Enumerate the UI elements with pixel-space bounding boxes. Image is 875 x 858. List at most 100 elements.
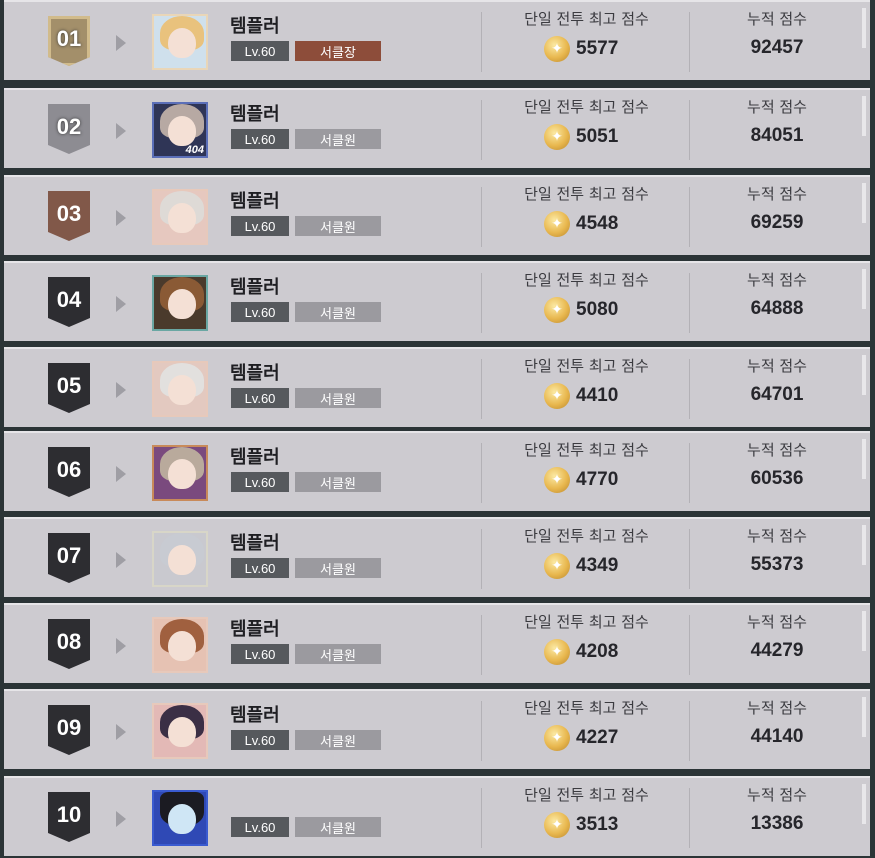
ranking-row[interactable]: 05 템플러 Lv.60 서클원 단일 전투 최고 점수 ✦ 4410 누적 점수… xyxy=(4,347,870,427)
ranking-row[interactable]: 10 Lv.60 서클원 단일 전투 최고 점수 ✦ 3513 누적 점수 133… xyxy=(4,776,870,856)
member-name: 템플러 xyxy=(230,533,280,554)
rank-badge: 06 xyxy=(48,447,90,497)
ranking-row[interactable]: 07 템플러 Lv.60 서클원 단일 전투 최고 점수 ✦ 4349 누적 점수… xyxy=(4,517,870,597)
total-score-label: 누적 점수 xyxy=(747,613,807,631)
level-badge: Lv.60 xyxy=(231,730,289,750)
total-score-label: 누적 점수 xyxy=(747,10,807,28)
level-badge: Lv.60 xyxy=(231,41,289,61)
role-badge: 서클원 xyxy=(295,730,381,750)
total-score-label: 누적 점수 xyxy=(747,786,807,804)
best-score-value: 3513 xyxy=(576,814,619,835)
best-score-label: 단일 전투 최고 점수 xyxy=(524,699,649,717)
total-score-label: 누적 점수 xyxy=(747,185,807,203)
rank-badge: 04 xyxy=(48,277,90,327)
member-name: 템플러 xyxy=(230,104,280,125)
ranking-row[interactable]: 01 템플러 Lv.60 서클장 단일 전투 최고 점수 ✦ 5577 누적 점수… xyxy=(4,0,870,80)
rank-badge: 01 xyxy=(48,16,90,66)
avatar[interactable] xyxy=(152,189,208,245)
member-name: 템플러 xyxy=(230,16,280,37)
level-badge: Lv.60 xyxy=(231,388,289,408)
score-coin-icon: ✦ xyxy=(544,812,570,838)
total-score-value: 84051 xyxy=(750,125,804,146)
best-score-label: 단일 전투 최고 점수 xyxy=(524,527,649,545)
ranking-row[interactable]: 02 404 템플러 Lv.60 서클원 단일 전투 최고 점수 ✦ 5051 누… xyxy=(4,88,870,168)
total-score-value: 44140 xyxy=(750,726,804,747)
level-badge: Lv.60 xyxy=(231,302,289,322)
total-score-label: 누적 점수 xyxy=(747,357,807,375)
best-score-value: 4208 xyxy=(576,641,619,662)
ranking-row[interactable]: 06 템플러 Lv.60 서클원 단일 전투 최고 점수 ✦ 4770 누적 점수… xyxy=(4,431,870,511)
rank-number: 06 xyxy=(56,457,82,482)
rank-badge: 03 xyxy=(48,191,90,241)
best-score-label: 단일 전투 최고 점수 xyxy=(524,185,649,203)
rank-number: 08 xyxy=(56,629,82,654)
expand-arrow-icon[interactable] xyxy=(116,724,126,740)
expand-arrow-icon[interactable] xyxy=(116,811,126,827)
best-score-value: 5080 xyxy=(576,299,619,320)
total-score-value: 64888 xyxy=(750,298,804,319)
total-score-value: 92457 xyxy=(750,37,804,58)
best-score-value: 4410 xyxy=(576,385,619,406)
score-coin-icon: ✦ xyxy=(544,124,570,150)
level-badge: Lv.60 xyxy=(231,472,289,492)
score-coin-icon: ✦ xyxy=(544,36,570,62)
rank-number: 01 xyxy=(56,26,82,51)
role-badge: 서클원 xyxy=(295,472,381,492)
role-badge: 서클원 xyxy=(295,216,381,236)
best-score-value: 5051 xyxy=(576,126,619,147)
avatar[interactable] xyxy=(152,445,208,501)
avatar[interactable] xyxy=(152,14,208,70)
expand-arrow-icon[interactable] xyxy=(116,35,126,51)
score-coin-icon: ✦ xyxy=(544,725,570,751)
rank-badge: 10 xyxy=(48,792,90,842)
expand-arrow-icon[interactable] xyxy=(116,638,126,654)
rank-badge: 08 xyxy=(48,619,90,669)
avatar[interactable] xyxy=(152,361,208,417)
best-score-label: 단일 전투 최고 점수 xyxy=(524,98,649,116)
best-score-label: 단일 전투 최고 점수 xyxy=(524,441,649,459)
member-name: 템플러 xyxy=(230,191,280,212)
role-badge: 서클원 xyxy=(295,302,381,322)
expand-arrow-icon[interactable] xyxy=(116,466,126,482)
avatar[interactable] xyxy=(152,617,208,673)
avatar[interactable] xyxy=(152,703,208,759)
score-coin-icon: ✦ xyxy=(544,467,570,493)
best-score-label: 단일 전투 최고 점수 xyxy=(524,10,649,28)
best-score-value: 5577 xyxy=(576,38,619,59)
avatar[interactable] xyxy=(152,275,208,331)
ranking-row[interactable]: 03 템플러 Lv.60 서클원 단일 전투 최고 점수 ✦ 4548 누적 점수… xyxy=(4,175,870,255)
expand-arrow-icon[interactable] xyxy=(116,123,126,139)
member-name: 템플러 xyxy=(230,363,280,384)
member-name: 템플러 xyxy=(230,277,280,298)
ranking-row[interactable]: 08 템플러 Lv.60 서클원 단일 전투 최고 점수 ✦ 4208 누적 점수… xyxy=(4,603,870,683)
expand-arrow-icon[interactable] xyxy=(116,382,126,398)
avatar[interactable] xyxy=(152,531,208,587)
best-score-label: 단일 전투 최고 점수 xyxy=(524,357,649,375)
total-score-value: 60536 xyxy=(750,468,804,489)
rank-number: 04 xyxy=(56,287,82,312)
expand-arrow-icon[interactable] xyxy=(116,210,126,226)
avatar[interactable] xyxy=(152,790,208,846)
role-badge: 서클원 xyxy=(295,817,381,837)
rank-number: 07 xyxy=(56,543,82,568)
avatar[interactable]: 404 xyxy=(152,102,208,158)
expand-arrow-icon[interactable] xyxy=(116,552,126,568)
expand-arrow-icon[interactable] xyxy=(116,296,126,312)
level-badge: Lv.60 xyxy=(231,558,289,578)
best-score-value: 4227 xyxy=(576,727,619,748)
total-score-label: 누적 점수 xyxy=(747,271,807,289)
total-score-label: 누적 점수 xyxy=(747,98,807,116)
best-score-label: 단일 전투 최고 점수 xyxy=(524,613,649,631)
rank-badge: 07 xyxy=(48,533,90,583)
score-coin-icon: ✦ xyxy=(544,639,570,665)
ranking-row[interactable]: 04 템플러 Lv.60 서클원 단일 전투 최고 점수 ✦ 5080 누적 점수… xyxy=(4,261,870,341)
ranking-row[interactable]: 09 템플러 Lv.60 서클원 단일 전투 최고 점수 ✦ 4227 누적 점수… xyxy=(4,689,870,769)
level-badge: Lv.60 xyxy=(231,216,289,236)
score-coin-icon: ✦ xyxy=(544,553,570,579)
rank-badge: 09 xyxy=(48,705,90,755)
score-coin-icon: ✦ xyxy=(544,297,570,323)
score-coin-icon: ✦ xyxy=(544,211,570,237)
rank-number: 05 xyxy=(56,373,82,398)
rank-number: 02 xyxy=(56,114,82,139)
best-score-value: 4548 xyxy=(576,213,619,234)
